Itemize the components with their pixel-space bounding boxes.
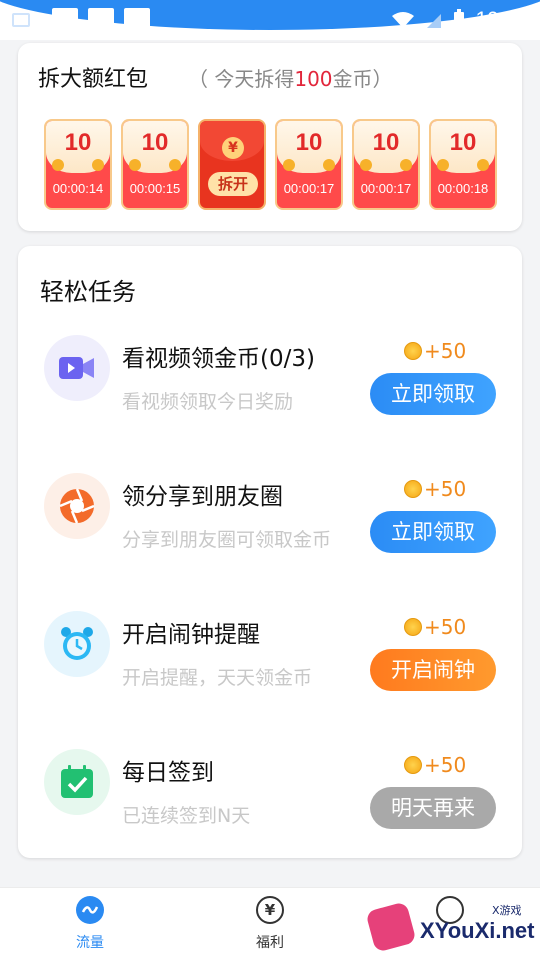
task-item-video: 看视频领金币(0/3) 看视频领取今日奖励 +50 立即领取: [18, 335, 522, 445]
status-right-icons: 10:49: [391, 8, 528, 32]
packet-amount: 10: [449, 129, 477, 156]
task-name: 领分享到朋友圈: [122, 484, 283, 510]
red-packet-item[interactable]: 10 00:00:18: [429, 119, 497, 210]
reward-amount: +50: [424, 477, 467, 501]
status-time: 10:49: [475, 8, 528, 31]
come-back-tomorrow-button[interactable]: 明天再来: [370, 787, 496, 829]
notification-icon: [124, 8, 150, 32]
red-packet-open[interactable]: ¥ 拆开: [198, 119, 266, 210]
coin-icon: [52, 159, 64, 171]
claim-button[interactable]: 立即领取: [370, 511, 496, 553]
task-desc: 分享到朋友圈可领取金币: [122, 529, 332, 551]
claim-button[interactable]: 立即领取: [370, 373, 496, 415]
open-packet-button[interactable]: 拆开: [208, 172, 258, 196]
coin-icon: [129, 159, 141, 171]
task-desc: 已连续签到N天: [122, 805, 251, 827]
coin-icon: [360, 159, 372, 171]
enable-alarm-button[interactable]: 开启闹钟: [370, 649, 496, 691]
task-name: 看视频领金币(0/3): [122, 346, 315, 372]
packet-timer: 00:00:18: [437, 181, 489, 196]
coin-icon: [283, 159, 295, 171]
coin-icon: [404, 756, 422, 774]
packet-timer: 00:00:14: [52, 181, 104, 196]
red-packet-row: 10 00:00:14 10 00:00:15 ¥ 拆开 10 00:00:17…: [44, 119, 497, 210]
traffic-icon: [76, 896, 104, 924]
yen-icon: ¥: [256, 896, 284, 924]
packet-timer: 00:00:17: [360, 181, 412, 196]
red-packet-item[interactable]: 10 00:00:17: [352, 119, 420, 210]
task-reward: +50: [404, 753, 466, 777]
watermark-logo: X游戏 XYouXi.net: [365, 900, 538, 956]
alarm-clock-icon: [44, 611, 110, 677]
coin-icon: [323, 159, 335, 171]
tasks-card: 轻松任务 看视频领金币(0/3) 看视频领取今日奖励 +50 立即领取 领分享到…: [18, 246, 522, 858]
red-packet-item[interactable]: 10 00:00:15: [121, 119, 189, 210]
coin-icon: [92, 159, 104, 171]
red-packet-subtitle: （ 今天拆得100金币）: [188, 63, 393, 92]
packet-timer: 00:00:15: [129, 181, 181, 196]
coin-icon: [404, 480, 422, 498]
notification-icon: [88, 8, 114, 32]
coin-icon: [400, 159, 412, 171]
packet-amount: 10: [141, 129, 169, 156]
packet-amount: 10: [372, 129, 400, 156]
tab-traffic[interactable]: 流量: [40, 896, 140, 952]
video-camera-icon: [44, 335, 110, 401]
red-packet-card: 拆大额红包 （ 今天拆得100金币） 10 00:00:14 10 00:00:…: [18, 43, 522, 231]
subtitle-prefix: （ 今天拆得: [188, 67, 295, 91]
red-packet-title: 拆大额红包: [38, 67, 149, 92]
task-item-checkin: 每日签到 已连续签到N天 +50 明天再来: [18, 749, 522, 859]
tab-welfare[interactable]: ¥ 福利: [220, 896, 320, 952]
aperture-icon: [44, 473, 110, 539]
image-notification-icon: [12, 13, 30, 27]
task-desc: 看视频领取今日奖励: [122, 391, 294, 413]
red-packet-item[interactable]: 10 00:00:17: [275, 119, 343, 210]
task-reward: +50: [404, 477, 466, 501]
status-bar: 10:49: [0, 0, 540, 40]
coin-icon: [169, 159, 181, 171]
status-left-icons: [12, 8, 150, 32]
task-reward: +50: [404, 615, 466, 639]
notification-icon: [52, 8, 78, 32]
coin-icon: [437, 159, 449, 171]
watermark-text: XYouXi.net: [420, 918, 535, 943]
wifi-icon: [392, 12, 415, 28]
packet-timer: 00:00:17: [283, 181, 335, 196]
reward-amount: +50: [424, 753, 467, 777]
calendar-check-icon: [44, 749, 110, 815]
task-name: 开启闹钟提醒: [122, 622, 260, 648]
task-name: 每日签到: [122, 760, 214, 786]
coin-icon: [477, 159, 489, 171]
tasks-title: 轻松任务: [40, 278, 136, 306]
watermark-small: X游戏: [492, 904, 522, 917]
task-reward: +50: [404, 339, 466, 363]
subtitle-suffix: 金币）: [332, 67, 393, 91]
signal-icon: [427, 14, 442, 28]
gamepad-icon: [365, 901, 417, 953]
reward-amount: +50: [424, 339, 467, 363]
task-item-share: 领分享到朋友圈 分享到朋友圈可领取金币 +50 立即领取: [18, 473, 522, 583]
tab-label: 福利: [256, 935, 284, 951]
task-desc: 开启提醒，天天领金币: [122, 667, 313, 689]
packet-amount: 10: [295, 129, 323, 156]
subtitle-amount: 100: [294, 67, 333, 91]
coin-icon: [404, 618, 422, 636]
red-packet-item[interactable]: 10 00:00:14: [44, 119, 112, 210]
reward-amount: +50: [424, 615, 467, 639]
tab-label: 流量: [76, 935, 104, 951]
battery-icon: [454, 9, 465, 30]
task-item-alarm: 开启闹钟提醒 开启提醒，天天领金币 +50 开启闹钟: [18, 611, 522, 721]
packet-amount: 10: [64, 129, 92, 156]
coin-icon: [404, 342, 422, 360]
yen-icon: ¥: [222, 137, 244, 159]
